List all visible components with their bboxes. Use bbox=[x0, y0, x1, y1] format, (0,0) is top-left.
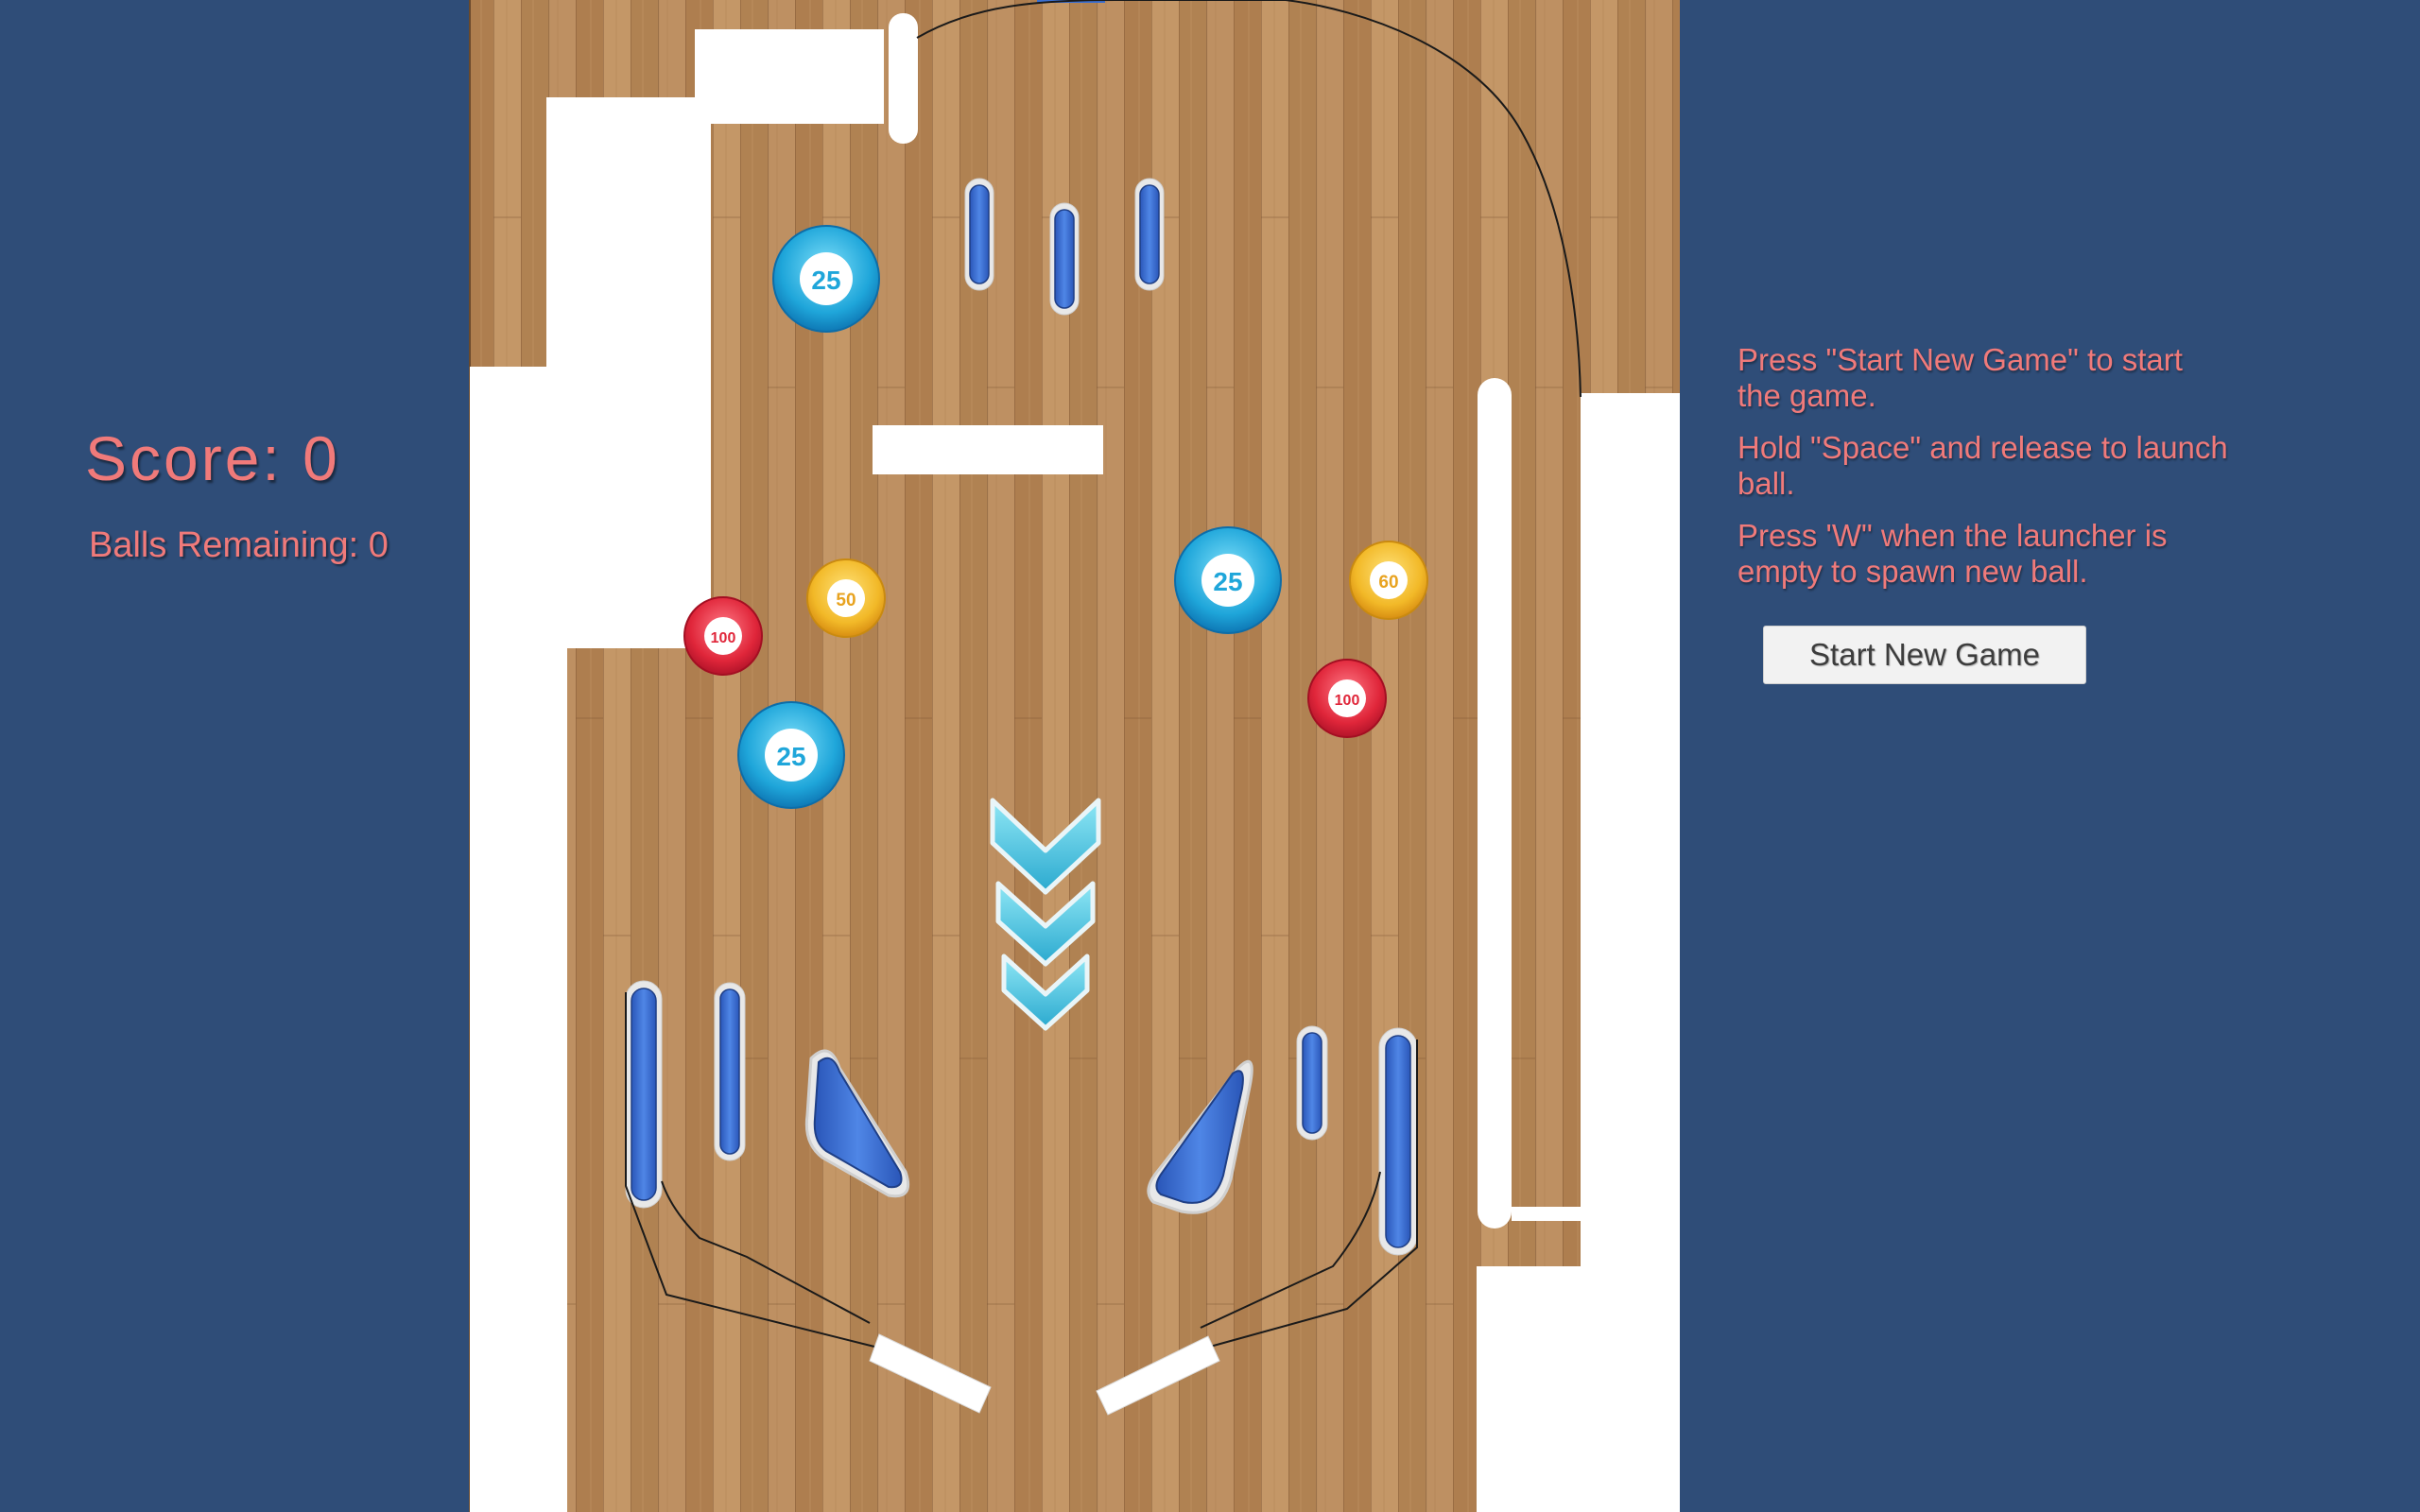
bumper-25-top: 25 bbox=[772, 225, 880, 333]
bumper-100-right: 100 bbox=[1307, 659, 1387, 738]
bumper-25-right: 25 bbox=[1174, 526, 1282, 634]
svg-text:60: 60 bbox=[1378, 573, 1398, 593]
pinball-playfield: 25 25 25 50 60 100 100 bbox=[469, 0, 1680, 1512]
start-new-game-button[interactable]: Start New Game bbox=[1763, 626, 2086, 684]
svg-text:100: 100 bbox=[1335, 693, 1360, 709]
balls-remaining-label: Balls Remaining: 0 bbox=[89, 525, 389, 565]
bumper-100-left: 100 bbox=[683, 596, 763, 676]
svg-text:50: 50 bbox=[836, 591, 856, 610]
score-label: Score: 0 bbox=[85, 423, 340, 493]
instructions-panel: Press "Start New Game" to start the game… bbox=[1737, 342, 2229, 606]
instruction-start: Press "Start New Game" to start the game… bbox=[1737, 342, 2183, 413]
bumper-60: 60 bbox=[1349, 541, 1428, 620]
svg-text:25: 25 bbox=[776, 742, 805, 771]
bumper-50: 50 bbox=[806, 558, 886, 638]
instruction-launch: Hold "Space" and release to launch ball. bbox=[1737, 430, 2228, 501]
svg-text:100: 100 bbox=[711, 630, 736, 646]
instruction-spawn: Press 'W" when the launcher is empty to … bbox=[1737, 518, 2168, 589]
svg-text:25: 25 bbox=[811, 266, 840, 295]
svg-text:25: 25 bbox=[1213, 567, 1242, 596]
bumper-25-left: 25 bbox=[737, 701, 845, 809]
